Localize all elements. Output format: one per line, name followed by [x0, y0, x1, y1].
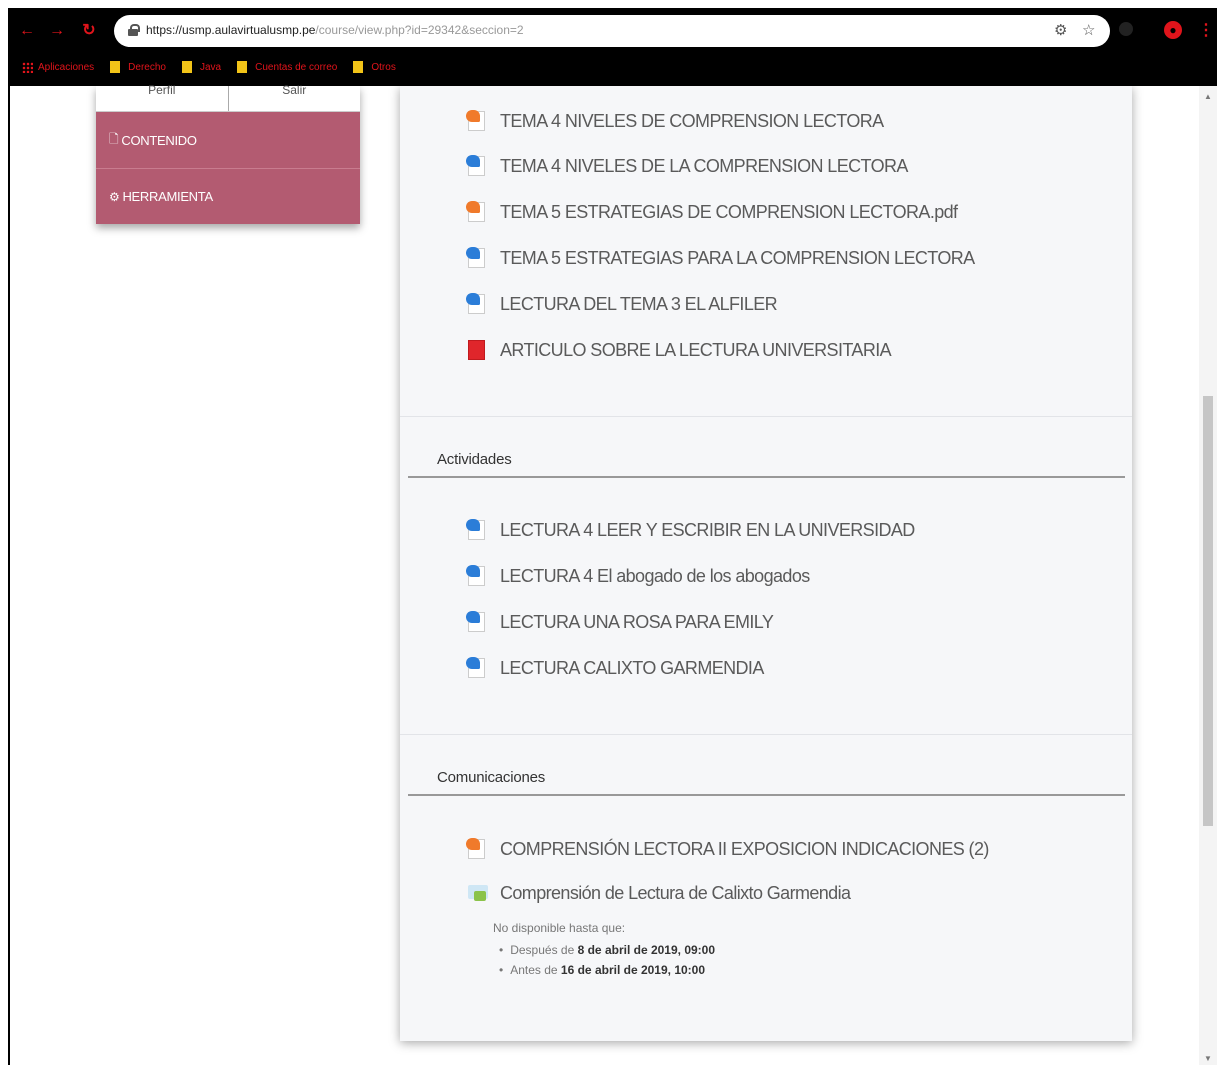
bookmark-apps[interactable]: Aplicaciones — [22, 61, 95, 73]
section-rule — [408, 476, 1125, 478]
sidebar-menu: Perfil Salir 🗋 CONTENIDO ⚙ HERRAMIENTA — [96, 84, 361, 224]
resource-link[interactable]: LECTURA DEL TEMA 3 EL ALFILER — [466, 292, 778, 316]
forward-arrow-icon[interactable]: → — [48, 22, 66, 40]
resource-label: TEMA 5 ESTRATEGIAS PARA LA COMPRENSION L… — [500, 247, 975, 268]
address-bar[interactable]: https://usmp.aulavirtualusmp.pe/course/v… — [114, 15, 1110, 47]
url-path: /course/view.php?id=29342&seccion=2 — [315, 23, 524, 37]
resource-link[interactable]: TEMA 5 ESTRATEGIAS DE COMPRENSION LECTOR… — [466, 200, 958, 224]
scroll-down-icon[interactable]: ▼ — [1204, 1054, 1212, 1063]
presentation-file-icon — [466, 110, 488, 132]
resource-link[interactable]: ARTICULO SOBRE LA LECTURA UNIVERSITARIA — [466, 338, 892, 362]
folder-icon — [237, 61, 248, 73]
file-icon: 🗋 — [109, 131, 119, 146]
section-title-actividades: Actividades — [437, 451, 512, 468]
bookmarks-bar: Aplicaciones Derecho Java Cuentas de cor… — [22, 58, 412, 76]
bookmark-label: Java — [199, 61, 222, 73]
communication-link[interactable]: COMPRENSIÓN LECTORA II EXPOSICION INDICA… — [466, 837, 989, 861]
resource-label: TEMA 5 ESTRATEGIAS DE COMPRENSION LECTOR… — [500, 201, 958, 222]
bookmark-label: Derecho — [128, 61, 166, 73]
restriction-prefix: Antes de — [510, 963, 558, 977]
bookmark-cuentas[interactable]: Cuentas de correo — [237, 61, 337, 73]
document-file-icon — [466, 155, 488, 177]
resource-label: ARTICULO SOBRE LA LECTURA UNIVERSITARIA — [500, 339, 892, 360]
reload-icon[interactable]: ↻ — [80, 22, 98, 40]
sidebar-item-contenido[interactable]: 🗋 CONTENIDO — [96, 112, 360, 168]
restriction-prefix: Después de — [510, 943, 575, 957]
menu-dots-icon[interactable]: ⋮ — [1198, 20, 1214, 40]
url-host: https://usmp.aulavirtualusmp.pe — [146, 23, 316, 37]
activity-label: LECTURA 4 El abogado de los abogados — [500, 565, 810, 586]
activity-label: LECTURA CALIXTO GARMENDIA — [500, 657, 764, 678]
resource-link[interactable]: TEMA 4 NIVELES DE LA COMPRENSION LECTORA — [466, 154, 908, 178]
activity-label: LECTURA 4 LEER Y ESCRIBIR EN LA UNIVERSI… — [500, 519, 915, 540]
document-file-icon — [466, 611, 488, 633]
back-arrow-icon[interactable]: ← — [18, 22, 36, 40]
restriction-date: 16 de abril de 2019, 10:00 — [560, 963, 706, 977]
bookmark-label: Aplicaciones — [38, 61, 95, 73]
bookmark-label: Otros — [371, 61, 396, 73]
activity-link[interactable]: LECTURA 4 El abogado de los abogados — [466, 564, 810, 588]
extension-icon[interactable] — [1119, 22, 1133, 36]
document-file-icon — [466, 657, 488, 679]
resource-link[interactable]: TEMA 5 ESTRATEGIAS PARA LA COMPRENSION L… — [466, 246, 975, 270]
activity-link[interactable]: LECTURA CALIXTO GARMENDIA — [466, 656, 764, 680]
sidebar-item-herramienta[interactable]: ⚙ HERRAMIENTA — [96, 168, 360, 224]
star-icon[interactable]: ☆ — [1082, 21, 1095, 39]
resource-label: TEMA 4 NIVELES DE COMPRENSION LECTORA — [500, 110, 884, 131]
sidebar-top-links: Perfil Salir — [96, 84, 361, 112]
resource-link[interactable]: TEMA 4 NIVELES DE COMPRENSION LECTORA — [466, 109, 884, 133]
scrollbar-thumb[interactable] — [1203, 396, 1213, 826]
scroll-up-icon[interactable]: ▲ — [1204, 92, 1212, 101]
restriction-before: Antes de 16 de abril de 2019, 10:00 — [499, 963, 715, 977]
site-settings-icon[interactable]: ⚙ — [1054, 21, 1067, 39]
sidebar-item-label: CONTENIDO — [121, 132, 197, 148]
activity-label: LECTURA UNA ROSA PARA EMILY — [500, 611, 774, 632]
presentation-file-icon — [466, 201, 488, 223]
gears-icon: ⚙ — [109, 189, 120, 204]
communication-label: COMPRENSIÓN LECTORA II EXPOSICION INDICA… — [500, 838, 989, 859]
presentation-file-icon — [466, 838, 488, 860]
section-title-comunicaciones: Comunicaciones — [437, 769, 546, 786]
document-file-icon — [466, 519, 488, 541]
folder-icon — [110, 61, 121, 73]
restriction-date: 8 de abril de 2019, 09:00 — [577, 943, 716, 957]
apps-grid-icon — [22, 61, 33, 73]
scrollbar[interactable]: ▲ ▼ — [1199, 86, 1217, 1065]
section-divider — [400, 416, 1132, 417]
window-border — [8, 86, 10, 1065]
activity-link[interactable]: LECTURA UNA ROSA PARA EMILY — [466, 610, 774, 634]
restriction-intro: No disponible hasta que: — [493, 921, 626, 935]
profile-link[interactable]: Perfil — [96, 84, 228, 111]
bookmark-java[interactable]: Java — [181, 61, 222, 73]
bookmark-derecho[interactable]: Derecho — [110, 61, 166, 73]
bookmark-otros[interactable]: Otros — [353, 61, 396, 73]
profile-avatar-icon[interactable]: ● — [1164, 21, 1182, 39]
folder-icon — [181, 61, 192, 73]
lock-icon — [128, 24, 140, 36]
bookmark-label: Cuentas de correo — [255, 61, 338, 73]
document-file-icon — [466, 293, 488, 315]
url-text[interactable]: https://usmp.aulavirtualusmp.pe/course/v… — [146, 23, 524, 37]
chat-icon — [466, 882, 488, 904]
pdf-file-icon — [466, 339, 488, 361]
resource-label: TEMA 4 NIVELES DE LA COMPRENSION LECTORA — [500, 155, 908, 176]
communication-label: Comprensión de Lectura de Calixto Garmen… — [500, 882, 851, 903]
resource-label: LECTURA DEL TEMA 3 EL ALFILER — [500, 293, 778, 314]
logout-link[interactable]: Salir — [227, 84, 361, 111]
availability-restriction: No disponible hasta que: Después de 8 de… — [493, 921, 715, 983]
document-file-icon — [466, 565, 488, 587]
activity-link[interactable]: LECTURA 4 LEER Y ESCRIBIR EN LA UNIVERSI… — [466, 518, 915, 542]
section-divider — [400, 734, 1132, 735]
course-content: TEMA 4 NIVELES DE COMPRENSION LECTORA TE… — [400, 86, 1132, 1041]
section-rule — [408, 794, 1125, 796]
restriction-after: Después de 8 de abril de 2019, 09:00 — [499, 943, 715, 957]
document-file-icon — [466, 247, 488, 269]
browser-chrome: ← → ↻ https://usmp.aulavirtualusmp.pe/co… — [8, 8, 1217, 86]
communication-link[interactable]: Comprensión de Lectura de Calixto Garmen… — [466, 881, 851, 905]
sidebar-item-label: HERRAMIENTA — [122, 189, 213, 204]
folder-icon — [353, 61, 364, 73]
